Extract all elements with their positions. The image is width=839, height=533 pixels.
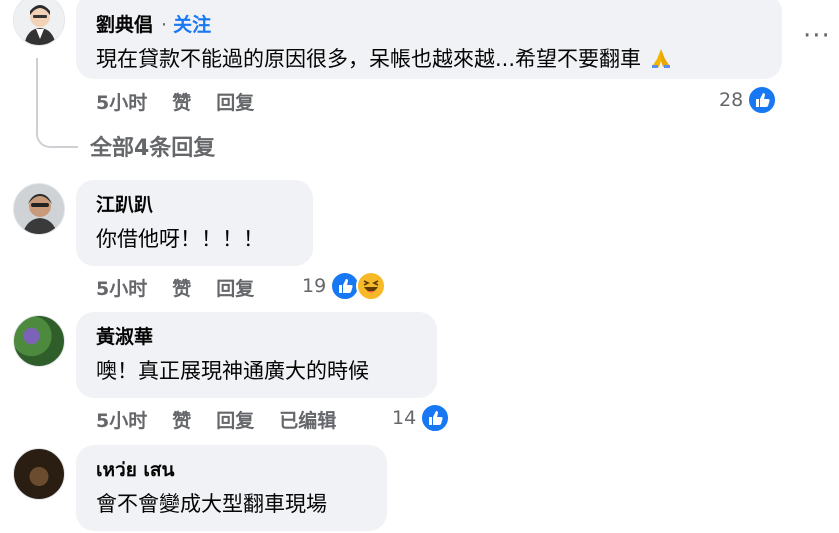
author-name[interactable]: 江趴趴	[96, 188, 153, 222]
comment-actions: 5小时 赞 回复	[96, 86, 279, 116]
comment-bubble: เหว่ย เสน 會不會變成大型翻車現場	[76, 445, 387, 531]
like-button[interactable]: 赞	[172, 274, 191, 301]
comment-text: 現在貸款不能過的原因很多，呆帳也越來越...希望不要翻車	[96, 42, 762, 76]
comment-author[interactable]: 黃淑華	[96, 320, 417, 354]
author-name[interactable]: เหว่ย เสน	[96, 453, 175, 487]
comment-text: 噢！真正展現神通廣大的時候	[96, 359, 369, 383]
reaction-count: 14	[392, 407, 417, 429]
thread-connector	[36, 58, 78, 148]
timestamp[interactable]: 5小时	[96, 88, 147, 115]
haha-icon	[356, 271, 387, 301]
reaction-count: 28	[719, 89, 744, 111]
comment-actions: 5小时 赞 回复	[96, 272, 279, 302]
separator-dot: ·	[161, 14, 168, 36]
comment-text: 你借他呀！！！！	[96, 227, 264, 251]
like-button[interactable]: 赞	[172, 406, 191, 433]
reaction-summary[interactable]: 28	[719, 84, 778, 116]
more-options-icon[interactable]: ···	[803, 23, 831, 49]
timestamp[interactable]: 5小时	[96, 406, 147, 433]
comment-bubble: 江趴趴 你借他呀！！！！	[76, 180, 313, 266]
like-button[interactable]: 赞	[172, 88, 191, 115]
comment-author[interactable]: เหว่ย เสน	[96, 453, 367, 487]
comment-text-body: 現在貸款不能過的原因很多，呆帳也越來越...希望不要翻車	[96, 47, 642, 71]
avatar[interactable]	[13, 315, 65, 367]
edited-label[interactable]: 已编辑	[279, 406, 336, 433]
avatar[interactable]	[13, 448, 65, 500]
like-icon	[420, 403, 451, 433]
avatar[interactable]	[13, 0, 65, 46]
avatar[interactable]	[13, 183, 65, 235]
reaction-count: 19	[302, 275, 327, 297]
pray-icon	[651, 49, 670, 68]
author-name[interactable]: 劉典倡	[96, 8, 153, 42]
comment-text: 會不會變成大型翻車現場	[96, 492, 327, 516]
reply-button[interactable]: 回复	[216, 88, 254, 115]
follow-link[interactable]: 关注	[173, 8, 211, 42]
reply-button[interactable]: 回复	[216, 406, 254, 433]
view-replies-link[interactable]: 全部4条回复	[90, 130, 215, 162]
reply-button[interactable]: 回复	[216, 274, 254, 301]
comment-author[interactable]: 劉典倡 · 关注	[96, 8, 762, 42]
timestamp[interactable]: 5小时	[96, 274, 147, 301]
reaction-summary[interactable]: 14	[392, 402, 451, 434]
comment-author[interactable]: 江趴趴	[96, 188, 293, 222]
reaction-summary[interactable]: 19	[302, 270, 387, 302]
comment-actions: 5小时 赞 回复 已编辑	[96, 404, 361, 434]
comment-bubble: 劉典倡 · 关注 現在貸款不能過的原因很多，呆帳也越來越...希望不要翻車	[76, 0, 782, 79]
author-name[interactable]: 黃淑華	[96, 320, 153, 354]
comment-bubble: 黃淑華 噢！真正展現神通廣大的時候	[76, 312, 437, 398]
like-icon	[747, 85, 778, 115]
